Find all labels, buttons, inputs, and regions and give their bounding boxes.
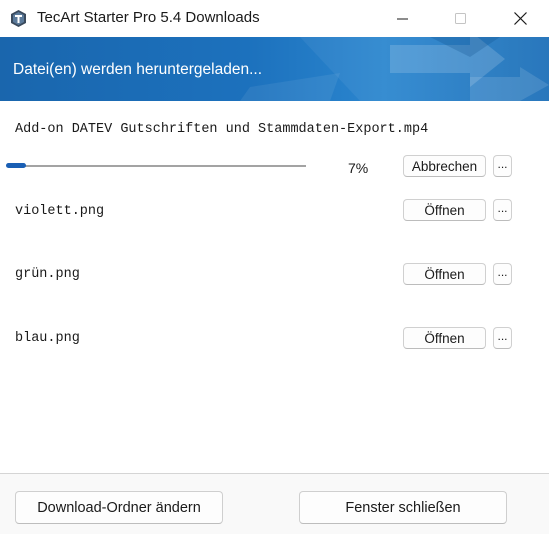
more-button-blau[interactable]: ... — [493, 327, 512, 349]
open-button-blau[interactable]: Öffnen — [403, 327, 486, 349]
downloads-window: TecArt Starter Pro 5.4 Downloads Datei(e… — [0, 0, 549, 534]
more-button-violett[interactable]: ... — [493, 199, 512, 221]
close-icon — [513, 12, 527, 25]
downloads-list: Add-on DATEV Gutschriften und Stammdaten… — [0, 101, 549, 473]
active-download-more-button[interactable]: ... — [493, 155, 512, 177]
download-percent: 7% — [348, 160, 369, 176]
download-filename-blau: blau.png — [15, 331, 80, 346]
open-button-violett[interactable]: Öffnen — [403, 199, 486, 221]
download-filename-gruen: grün.png — [15, 267, 80, 282]
footer-bar: Download-Ordner ändern Fenster schließen — [0, 474, 549, 534]
download-progress-track — [8, 165, 306, 167]
window-title: TecArt Starter Pro 5.4 Downloads — [37, 9, 260, 26]
active-download-filename: Add-on DATEV Gutschriften und Stammdaten… — [15, 122, 429, 137]
download-filename-violett: violett.png — [15, 204, 105, 219]
download-progress-fill — [6, 163, 26, 168]
minimize-icon — [397, 18, 408, 19]
close-window-button[interactable] — [497, 0, 543, 37]
more-button-gruen[interactable]: ... — [493, 263, 512, 285]
change-download-folder-button[interactable]: Download-Ordner ändern — [15, 491, 223, 524]
cancel-download-button[interactable]: Abbrechen — [403, 155, 486, 177]
status-banner: Datei(en) werden heruntergeladen... — [0, 37, 549, 101]
maximize-button[interactable] — [438, 0, 484, 37]
close-window-footer-button[interactable]: Fenster schließen — [299, 491, 507, 524]
minimize-button[interactable] — [380, 0, 426, 37]
banner-status-text: Datei(en) werden heruntergeladen... — [13, 61, 263, 78]
maximize-icon — [455, 12, 466, 24]
title-bar: TecArt Starter Pro 5.4 Downloads — [0, 0, 549, 37]
tecart-app-icon — [9, 9, 28, 28]
open-button-gruen[interactable]: Öffnen — [403, 263, 486, 285]
